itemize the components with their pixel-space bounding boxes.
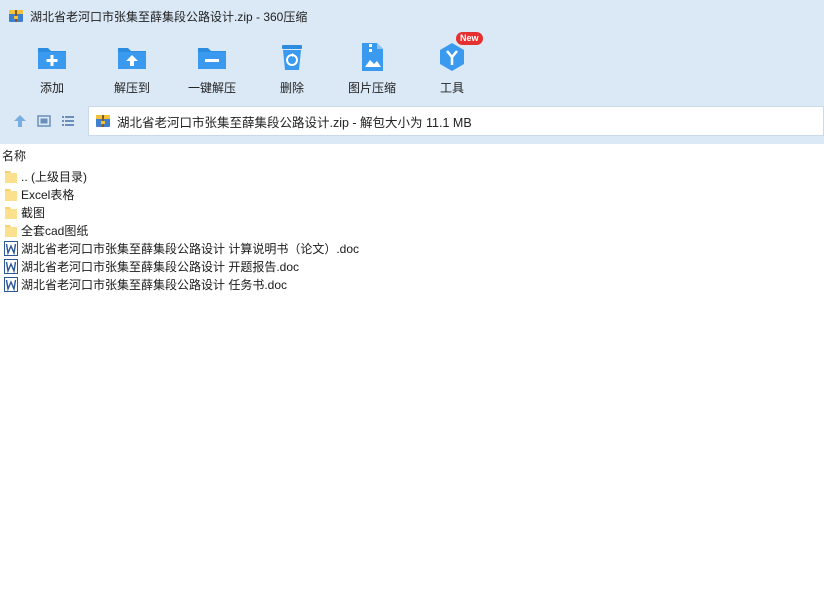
toolbar: 添加 解压到 一键解压 删除 图片压缩 New 工具 xyxy=(12,32,492,98)
add-button[interactable]: 添加 xyxy=(12,36,92,98)
address-path: 湖北省老河口市张集至薛集段公路设计.zip - 解包大小为 11.1 MB xyxy=(117,115,472,130)
list-item-name: 湖北省老河口市张集至薛集段公路设计 任务书.doc xyxy=(21,277,288,292)
list-item-name: 湖北省老河口市张集至薛集段公路设计 开题报告.doc xyxy=(21,259,300,274)
list-item-parent[interactable]: .. (上级目录) xyxy=(0,167,824,185)
tools-button[interactable]: New 工具 xyxy=(412,32,492,98)
word-doc-icon xyxy=(4,276,18,292)
image-compress-button[interactable]: 图片压缩 xyxy=(332,36,412,98)
word-doc-icon xyxy=(4,258,18,274)
up-level-button[interactable] xyxy=(8,109,32,133)
tools-hexagon-icon xyxy=(440,43,464,71)
list-item[interactable]: 截图 xyxy=(0,203,824,221)
address-row: 湖北省老河口市张集至薛集段公路设计.zip - 解包大小为 11.1 MB xyxy=(0,106,824,136)
list-item-name: 湖北省老河口市张集至薛集段公路设计 计算说明书（论文）.doc xyxy=(21,241,360,256)
add-label: 添加 xyxy=(39,81,64,95)
title-bar: 湖北省老河口市张集至薛集段公路设计.zip - 360压缩 xyxy=(0,0,824,32)
list-item[interactable]: Excel表格 xyxy=(0,185,824,203)
folder-icon xyxy=(5,188,17,201)
list-view-icon xyxy=(62,116,74,126)
list-item[interactable]: 湖北省老河口市张集至薛集段公路设计 开题报告.doc xyxy=(0,257,824,275)
zip-archive-icon xyxy=(96,115,110,127)
arrow-up-icon xyxy=(14,115,26,127)
window-title: 湖北省老河口市张集至薛集段公路设计.zip - 360压缩 xyxy=(30,9,308,24)
list-item-name: 全套cad图纸 xyxy=(21,223,89,238)
one-click-extract-label: 一键解压 xyxy=(187,81,236,95)
image-compress-label: 图片压缩 xyxy=(347,81,396,95)
recycle-bin-icon xyxy=(282,45,302,70)
folder-icon xyxy=(5,206,17,219)
address-bar[interactable]: 湖北省老河口市张集至薛集段公路设计.zip - 解包大小为 11.1 MB xyxy=(88,106,824,136)
image-compress-icon xyxy=(362,43,383,71)
list-item[interactable]: 湖北省老河口市张集至薛集段公路设计 计算说明书（论文）.doc xyxy=(0,239,824,257)
extract-to-label: 解压到 xyxy=(113,81,150,95)
delete-label: 删除 xyxy=(279,81,304,95)
list-view-button[interactable] xyxy=(56,109,80,133)
delete-button[interactable]: 删除 xyxy=(252,36,332,98)
list-item[interactable]: 全套cad图纸 xyxy=(0,221,824,239)
list-item-name: Excel表格 xyxy=(21,187,75,202)
list-item-name: 截图 xyxy=(21,205,46,220)
folder-icon xyxy=(5,224,17,237)
one-click-extract-button[interactable]: 一键解压 xyxy=(172,36,252,98)
tools-label: 工具 xyxy=(439,81,464,95)
thumbnail-view-icon xyxy=(37,115,51,127)
file-list: 名称 .. (上级目录) Excel表格 截图 全套cad图纸 湖北省老河口市张… xyxy=(0,146,824,591)
add-folder-icon xyxy=(38,48,66,69)
new-badge: New xyxy=(456,32,483,45)
extract-to-button[interactable]: 解压到 xyxy=(92,36,172,98)
column-name-label: 名称 xyxy=(2,148,27,163)
file-rows: .. (上级目录) Excel表格 截图 全套cad图纸 湖北省老河口市张集至薛… xyxy=(0,167,824,293)
zip-archive-icon xyxy=(9,10,23,22)
word-doc-icon xyxy=(4,240,18,256)
list-item[interactable]: 湖北省老河口市张集至薛集段公路设计 任务书.doc xyxy=(0,275,824,293)
thumbnail-view-button[interactable] xyxy=(32,109,56,133)
extract-folder-icon xyxy=(118,48,146,69)
one-click-extract-icon xyxy=(198,48,226,69)
column-header-name[interactable]: 名称 xyxy=(0,146,824,164)
folder-icon xyxy=(5,170,17,183)
list-item-name: .. (上级目录) xyxy=(21,169,87,184)
